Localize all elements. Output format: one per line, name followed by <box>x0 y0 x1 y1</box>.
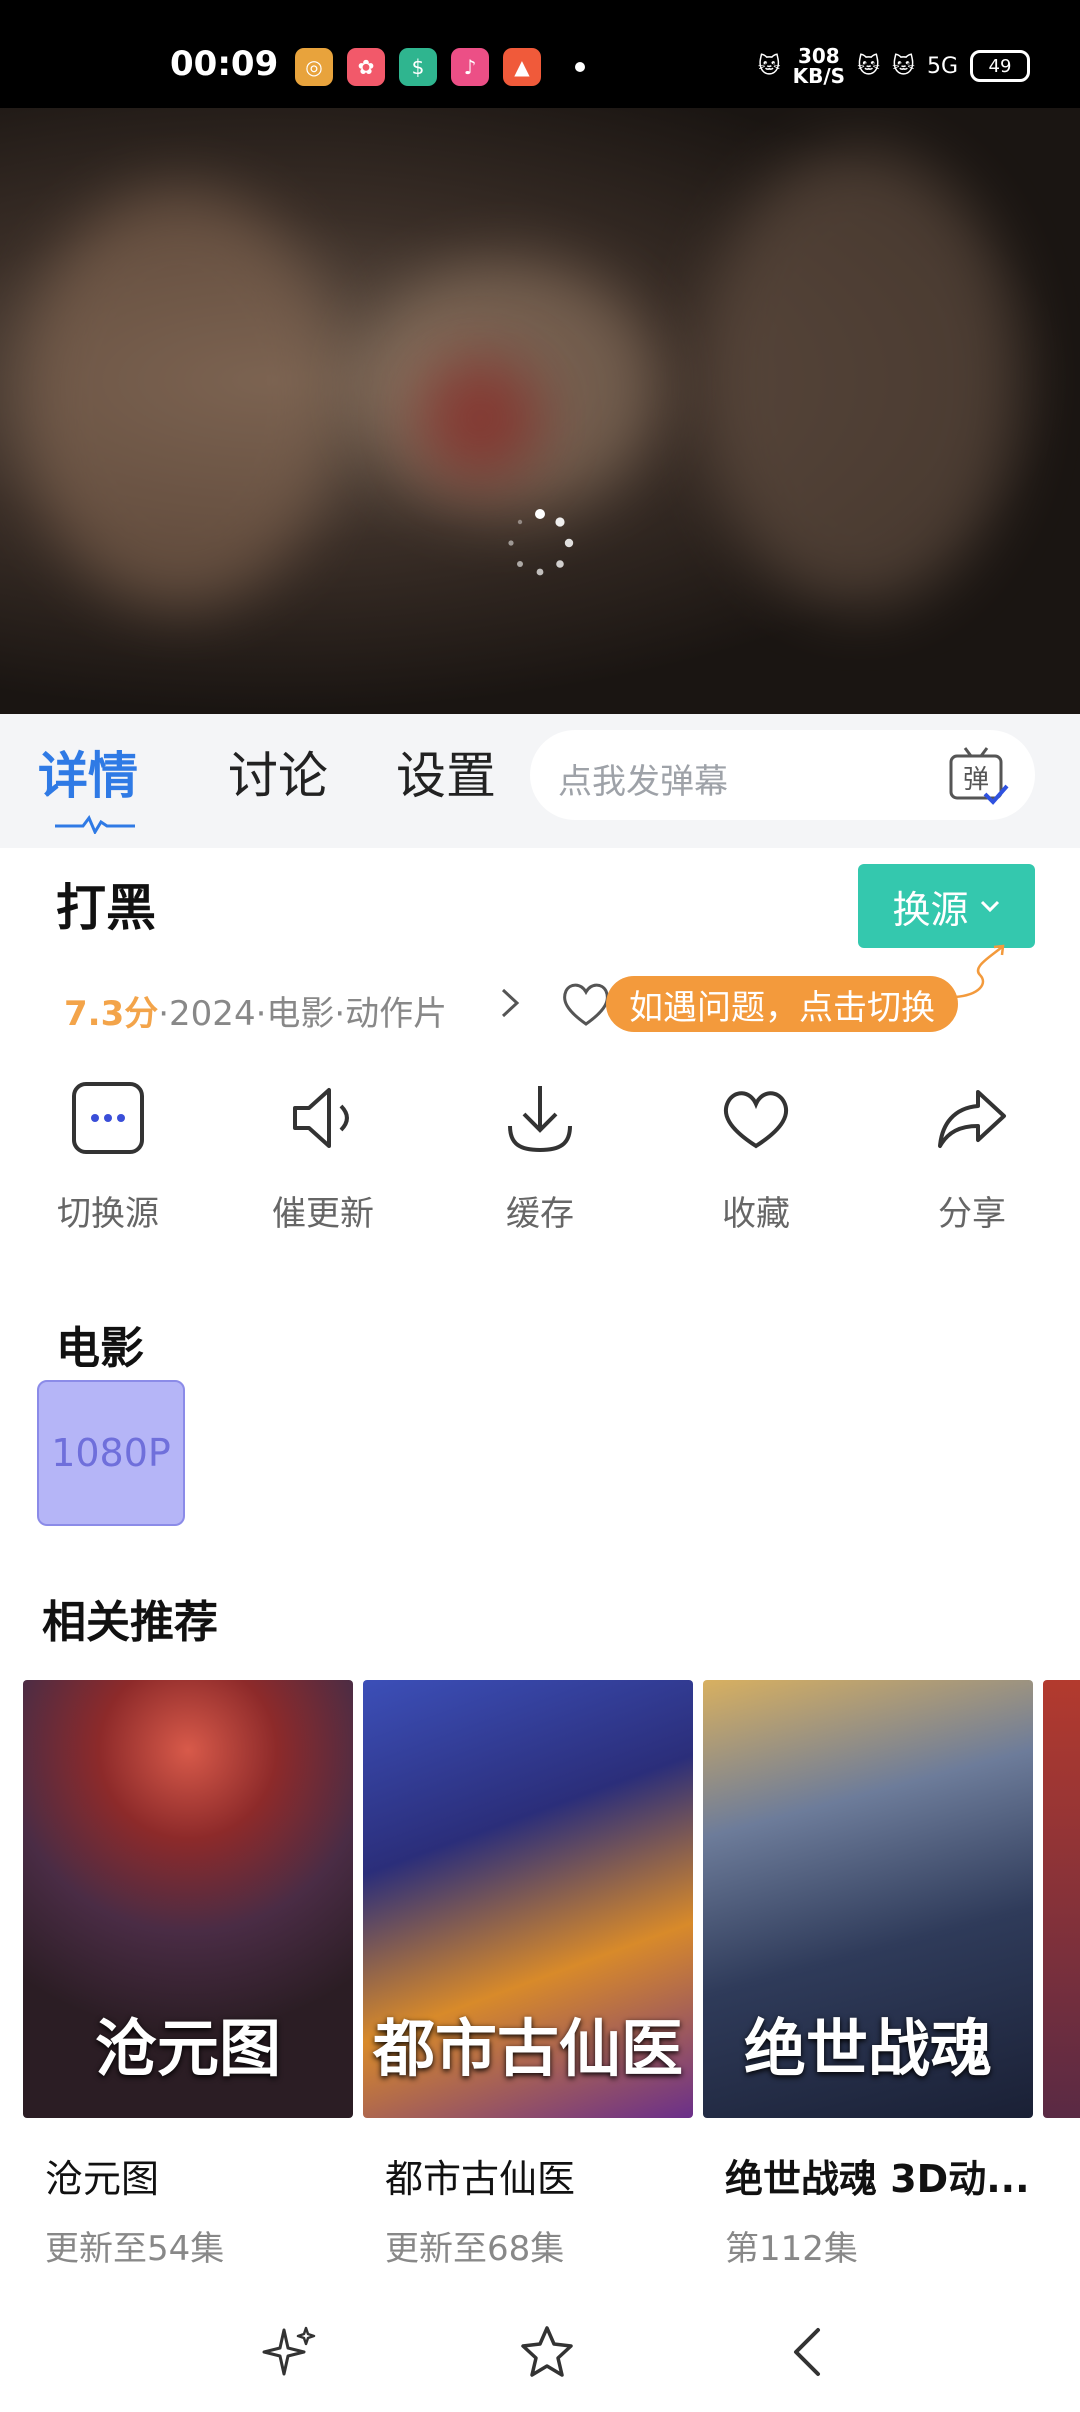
chevron-right-icon[interactable] <box>495 986 525 1020</box>
app-notification-icon: ✿ <box>347 48 385 86</box>
sparkle-icon[interactable] <box>260 2322 320 2382</box>
recommendation-poster: 沧元图 <box>23 1680 353 2118</box>
recommendation-subtitle: 更新至68集 <box>385 2229 565 2269</box>
chevron-down-icon <box>980 900 999 913</box>
recommendation-card[interactable]: 沧元图 沧元图 更新至54集 <box>23 1680 353 2270</box>
action-label: 切换源 <box>57 1194 159 1234</box>
cat-icon: 🐱 <box>892 53 915 79</box>
quality-1080p-button[interactable]: 1080P <box>37 1380 185 1526</box>
recommendation-title: 都市古仙医 <box>385 2157 576 2201</box>
action-label: 分享 <box>938 1194 1006 1234</box>
poster-title-art: 沧元图 <box>94 2012 281 2085</box>
share-icon <box>938 1090 1006 1148</box>
source-tip-tooltip[interactable]: 如遇问题，点击切换 <box>606 976 958 1032</box>
action-download[interactable]: 缓存 <box>465 1078 615 1235</box>
movie-title: 打黑 <box>56 879 156 937</box>
net-speed: 308 KB/S <box>792 44 846 88</box>
cat-icon: 🐱 <box>857 53 881 79</box>
app-notification-icon: ◎ <box>295 48 333 86</box>
recommendation-subtitle: 更新至54集 <box>45 2229 225 2269</box>
movie-meta[interactable]: 7.3分·2024·电影·动作片 <box>64 986 447 1035</box>
battery-icon: 49 <box>970 50 1030 82</box>
movie-score: 7.3分 <box>64 994 159 1034</box>
speaker-icon <box>293 1088 349 1148</box>
status-bar: 00:09 ◎ ✿ $ ♪ ▲ 🐱 308 KB/S 🐱 🐱 5G 49 <box>0 0 1080 108</box>
recommendation-title: 沧元图 <box>45 2157 160 2201</box>
episodes-section-title: 电影 <box>56 1323 144 1374</box>
recommendation-subtitle: 第112集 <box>725 2229 858 2269</box>
action-request-update[interactable]: 催更新 <box>248 1078 398 1235</box>
recommendation-card[interactable]: 都市古仙医 都市古仙医 更新至68集 <box>363 1680 693 2270</box>
recommendation-poster: 都市古仙医 <box>363 1680 693 2118</box>
loading-spinner-icon <box>508 509 574 576</box>
more-dots-icon <box>72 1082 144 1154</box>
danmu-placeholder: 点我发弹幕 <box>558 762 728 802</box>
recommendation-card[interactable]: 绝世战魂 绝世战魂 3D动... 第112集 <box>703 1680 1033 2270</box>
home-star-icon[interactable] <box>517 2322 577 2382</box>
movie-info: ·2024·电影·动作片 <box>158 994 448 1034</box>
tab-settings[interactable]: 设置 <box>396 736 496 808</box>
app-notification-icon: ♪ <box>451 48 489 86</box>
action-label: 收藏 <box>722 1194 790 1234</box>
download-icon <box>508 1086 572 1153</box>
status-time: 00:09 <box>170 44 279 84</box>
app-notification-icon: ▲ <box>503 48 541 86</box>
more-notifications-dot <box>575 62 585 72</box>
heart-icon <box>723 1091 789 1149</box>
poster-title-art: 绝世战魂 <box>743 2012 992 2085</box>
recommendation-card-partial[interactable] <box>1043 1680 1080 2118</box>
action-label: 缓存 <box>506 1194 574 1234</box>
action-favorite[interactable]: 收藏 <box>681 1078 831 1235</box>
action-label: 催更新 <box>272 1194 374 1234</box>
signal-5g: 5G <box>926 53 958 79</box>
recommendation-title: 绝世战魂 3D动... <box>725 2157 1030 2201</box>
cat-icon: 🐱 <box>757 53 781 79</box>
danmu-toggle-icon[interactable]: 弹 <box>947 744 1009 806</box>
switch-source-label: 换源 <box>892 887 969 932</box>
system-navigation-bar <box>0 2300 1080 2412</box>
heart-outline-icon[interactable] <box>560 978 612 1030</box>
detail-tab-bar: 详情 讨论 设置 点我发弹幕 弹 <box>0 714 1080 848</box>
action-share[interactable]: 分享 <box>897 1078 1047 1235</box>
action-switch-source[interactable]: 切换源 <box>33 1078 183 1235</box>
recommendation-poster: 绝世战魂 <box>703 1680 1033 2118</box>
svg-text:弹: 弹 <box>963 765 989 795</box>
video-player[interactable] <box>0 108 1080 714</box>
tab-details[interactable]: 详情 <box>38 736 138 808</box>
app-notification-icon: $ <box>399 48 437 86</box>
active-tab-indicator <box>55 815 135 834</box>
danmu-input[interactable]: 点我发弹幕 弹 <box>530 730 1035 820</box>
tab-discussion[interactable]: 讨论 <box>228 736 328 808</box>
poster-title-art: 都市古仙医 <box>372 2012 683 2085</box>
tooltip-pointer-icon <box>954 944 1005 999</box>
recommendations-title: 相关推荐 <box>42 1597 218 1648</box>
back-icon[interactable] <box>780 2322 840 2382</box>
